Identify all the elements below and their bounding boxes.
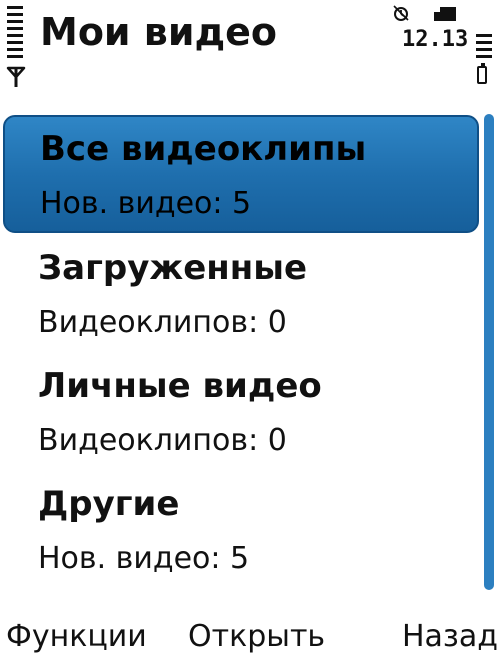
- list-item-downloaded[interactable]: Загруженные Видеоклипов: 0: [0, 236, 480, 354]
- list-item-title: Другие: [38, 484, 180, 524]
- options-softkey[interactable]: Функции: [6, 612, 147, 662]
- list-item-title: Все видеоклипы: [40, 129, 367, 169]
- clock: 12.13: [402, 27, 469, 52]
- list-item-title: Загруженные: [38, 248, 308, 288]
- back-softkey[interactable]: Назад: [402, 612, 498, 662]
- list-item-title: Личные видео: [38, 366, 322, 406]
- sim-card-icon: [434, 7, 456, 21]
- screen: Мои видео 12.13 Все видеоклипы Нов. виде…: [0, 0, 500, 666]
- page-title: Мои видео: [40, 10, 278, 54]
- video-category-list: Все видеоклипы Нов. видео: 5 Загруженные…: [0, 115, 480, 598]
- antenna-icon: [6, 66, 26, 87]
- battery-icon: [474, 34, 494, 88]
- scrollbar-thumb[interactable]: [484, 114, 494, 590]
- list-item-all-videos[interactable]: Все видеоклипы Нов. видео: 5: [3, 115, 479, 233]
- open-softkey[interactable]: Открыть: [188, 612, 325, 662]
- list-item-other[interactable]: Другие Нов. видео: 5: [0, 472, 480, 590]
- alarm-clock-icon: [393, 5, 409, 21]
- list-item-subtitle: Видеоклипов: 0: [38, 305, 287, 340]
- list-item-subtitle: Нов. видео: 5: [40, 186, 252, 221]
- list-item-subtitle: Видеоклипов: 0: [38, 423, 287, 458]
- list-item-personal-videos[interactable]: Личные видео Видеоклипов: 0: [0, 354, 480, 472]
- softkey-bar: Функции Открыть Назад: [0, 612, 500, 666]
- signal-strength-icon: [6, 6, 26, 88]
- scrollbar[interactable]: [484, 114, 494, 590]
- list-item-subtitle: Нов. видео: 5: [38, 541, 250, 576]
